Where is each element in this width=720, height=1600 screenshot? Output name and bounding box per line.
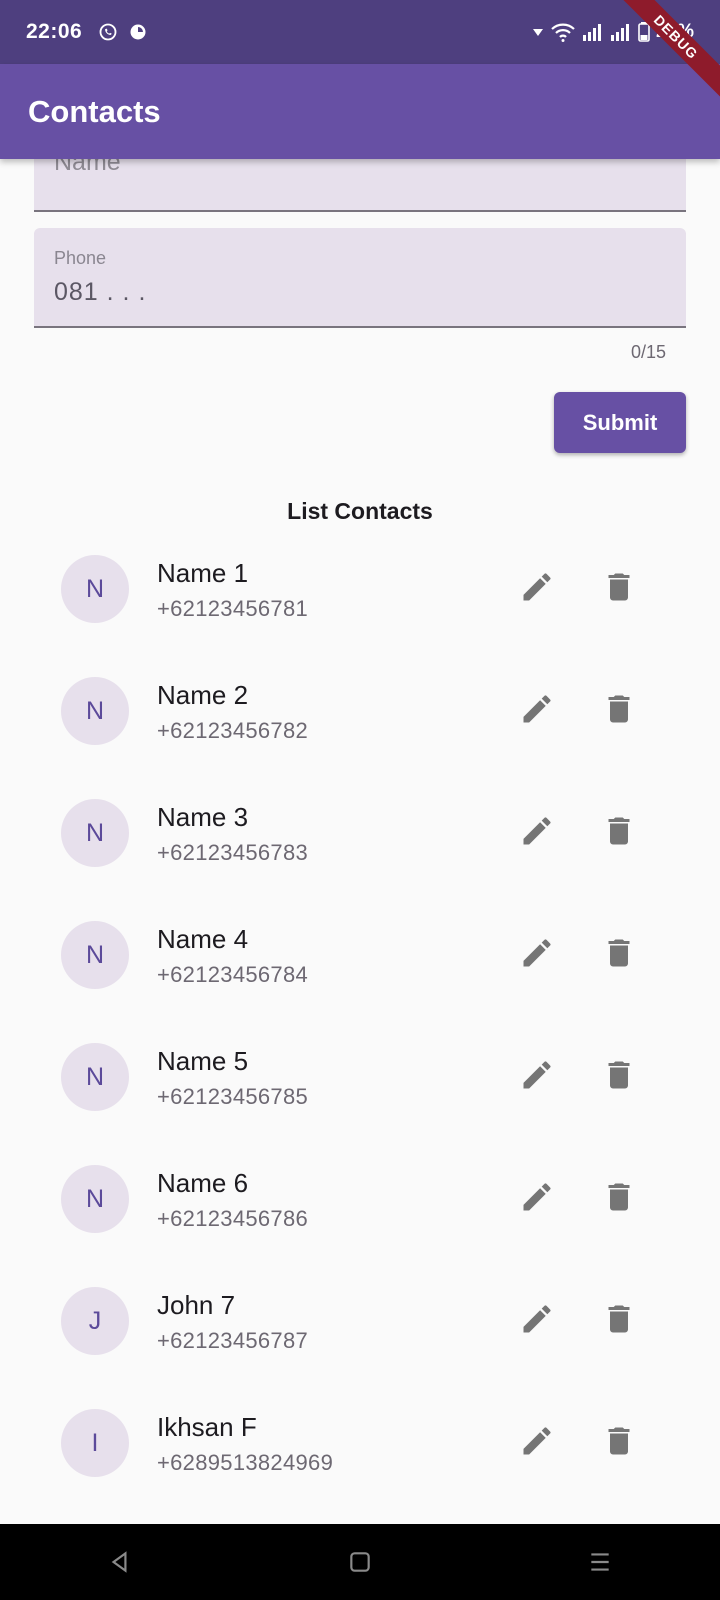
edit-button[interactable] — [517, 1055, 557, 1095]
contact-name: Name 2 — [157, 680, 249, 710]
contact-name: Name 4 — [157, 924, 249, 954]
page-title: Contacts — [28, 93, 161, 129]
edit-button[interactable] — [517, 933, 557, 973]
delete-button[interactable] — [599, 567, 639, 607]
trash-icon — [608, 1305, 630, 1333]
system-navigation-bar — [0, 1524, 720, 1600]
contact-phone: +62123456785 — [157, 1084, 309, 1109]
contact-list: N Name 1 +62123456781 N Name 2 +62123456… — [0, 550, 720, 1526]
contact-name: Name 6 — [157, 1168, 249, 1198]
contact-row[interactable]: N Name 4 +62123456784 — [0, 916, 720, 1038]
contact-row[interactable]: I Ikhsan F +6289513824969 — [0, 1404, 720, 1526]
avatar: N — [61, 799, 129, 867]
contact-phone: +62123456784 — [157, 962, 309, 987]
back-triangle-icon — [111, 1551, 127, 1573]
status-notification-icons — [98, 22, 148, 42]
contact-phone: +62123456787 — [157, 1328, 309, 1353]
home-square-icon — [350, 1552, 370, 1572]
contact-name: Ikhsan F — [157, 1412, 257, 1442]
submit-button[interactable]: Submit — [554, 392, 686, 453]
contact-phone: +62123456786 — [157, 1206, 309, 1231]
contact-phone: +62123456781 — [157, 596, 309, 621]
menu-lines-icon — [591, 1553, 609, 1571]
delete-button[interactable] — [599, 689, 639, 729]
avatar: N — [61, 1165, 129, 1233]
delete-button[interactable] — [599, 811, 639, 851]
delete-button[interactable] — [599, 1299, 639, 1339]
whatsapp-icon — [99, 23, 117, 41]
edit-button[interactable] — [517, 1177, 557, 1217]
pencil-icon — [523, 1183, 551, 1211]
battery-icon — [638, 22, 650, 42]
delete-button[interactable] — [599, 933, 639, 973]
edit-button[interactable] — [517, 1299, 557, 1339]
status-time: 22:06 — [26, 20, 83, 43]
pencil-icon — [523, 1305, 551, 1333]
trash-icon — [608, 573, 630, 601]
avatar: I — [61, 1409, 129, 1477]
contact-name: Name 5 — [157, 1046, 249, 1076]
trash-icon — [608, 1427, 630, 1455]
contact-name: Name 3 — [157, 802, 249, 832]
delete-button[interactable] — [599, 1421, 639, 1461]
delete-button[interactable] — [599, 1055, 639, 1095]
avatar: N — [61, 921, 129, 989]
contact-row[interactable]: N Name 1 +62123456781 — [0, 550, 720, 672]
pencil-icon — [523, 817, 551, 845]
signal-icon — [582, 24, 601, 41]
status-system-icons: 24% — [532, 0, 694, 64]
data-arrow-icon — [532, 29, 543, 36]
avatar: N — [61, 555, 129, 623]
pencil-icon — [523, 939, 551, 967]
contact-name: Name 1 — [157, 558, 249, 588]
signal-icon-2 — [610, 24, 629, 41]
avatar: N — [61, 677, 129, 745]
trash-icon — [608, 817, 630, 845]
trash-icon — [608, 695, 630, 723]
app-notification-icon — [130, 24, 146, 40]
contact-phone: +62123456783 — [157, 840, 309, 865]
phone-field[interactable]: Phone 081 . . . — [34, 228, 686, 328]
edit-button[interactable] — [517, 689, 557, 729]
phone-field-value: 081 . . . — [54, 278, 147, 306]
contact-name: John 7 — [157, 1290, 236, 1320]
list-contacts-heading: List Contacts — [287, 498, 433, 524]
wifi-icon — [551, 23, 575, 42]
contact-row[interactable]: N Name 6 +62123456786 — [0, 1160, 720, 1282]
edit-button[interactable] — [517, 1421, 557, 1461]
pencil-icon — [523, 573, 551, 601]
contact-phone: +62123456782 — [157, 718, 309, 743]
screen: 22:06 24% DEBUG Contacts Name Phone 081 … — [0, 0, 720, 1600]
delete-button[interactable] — [599, 1177, 639, 1217]
phone-field-label: Phone — [54, 248, 107, 268]
contact-row[interactable]: N Name 3 +62123456783 — [0, 794, 720, 916]
home-button[interactable] — [340, 1542, 380, 1582]
back-button[interactable] — [100, 1542, 140, 1582]
pencil-icon — [523, 695, 551, 723]
trash-icon — [608, 939, 630, 967]
phone-character-counter: 0/15 — [630, 342, 666, 362]
contact-phone: +6289513824969 — [157, 1450, 334, 1475]
pencil-icon — [523, 1061, 551, 1089]
app-bar: Contacts — [0, 64, 720, 159]
trash-icon — [608, 1183, 630, 1211]
contact-row[interactable]: J John 7 +62123456787 — [0, 1282, 720, 1404]
contact-row[interactable]: N Name 2 +62123456782 — [0, 672, 720, 794]
avatar: N — [61, 1043, 129, 1111]
battery-percentage: 24% — [655, 21, 694, 42]
edit-button[interactable] — [517, 811, 557, 851]
edit-button[interactable] — [517, 567, 557, 607]
status-bar: 22:06 24% — [0, 0, 720, 64]
pencil-icon — [523, 1427, 551, 1455]
recents-button[interactable] — [580, 1542, 620, 1582]
avatar: J — [61, 1287, 129, 1355]
trash-icon — [608, 1061, 630, 1089]
contact-row[interactable]: N Name 5 +62123456785 — [0, 1038, 720, 1160]
